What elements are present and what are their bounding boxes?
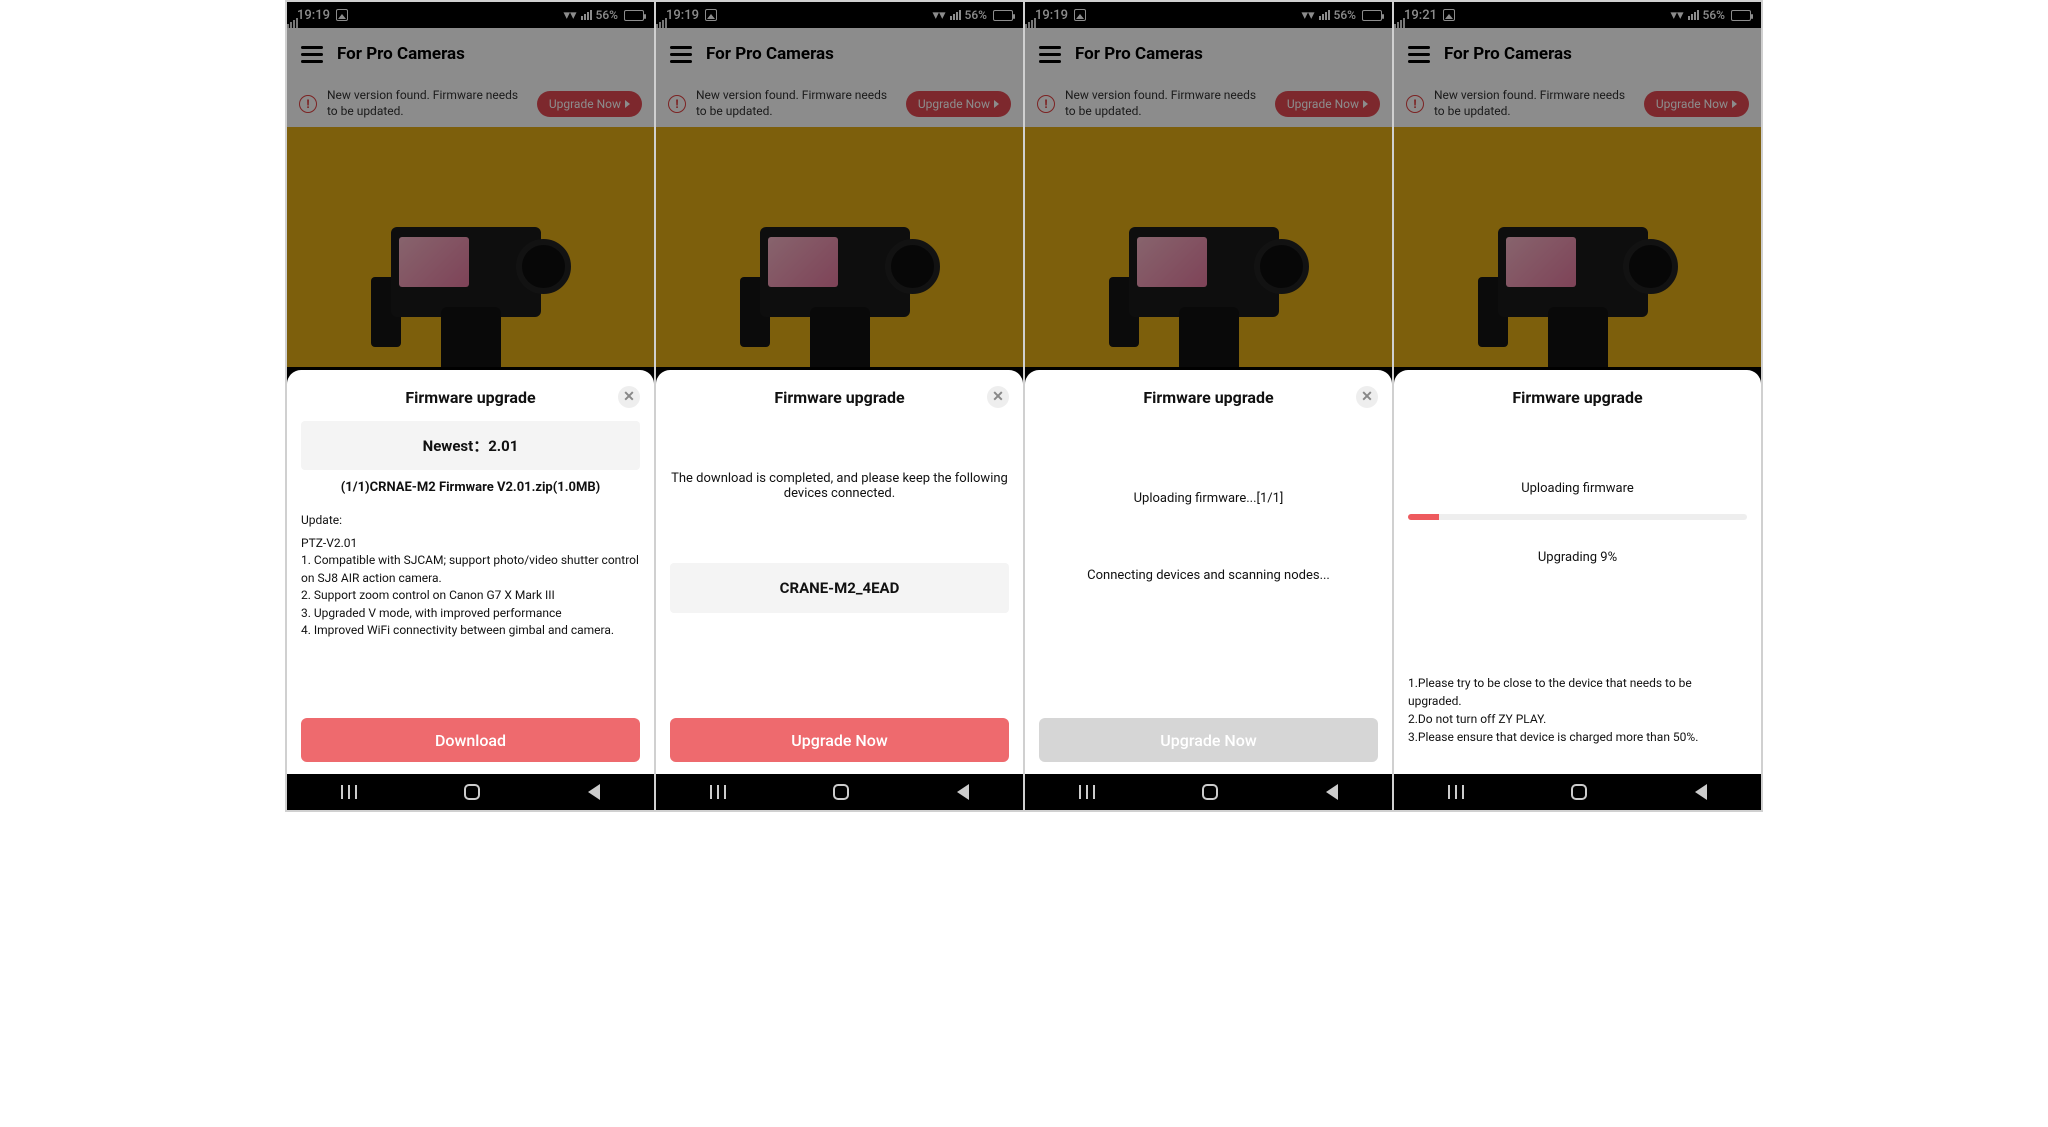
nav-bar — [1394, 774, 1761, 810]
nav-bar — [1025, 774, 1392, 810]
firmware-sheet: Firmware upgrade Uploading firmware Upgr… — [1394, 370, 1761, 774]
firmware-sheet: Firmware upgrade ✕ The download is compl… — [656, 370, 1023, 774]
upgrade-now-label: Upgrade Now — [1160, 731, 1256, 750]
tip-1: 1.Please try to be close to the device t… — [1408, 674, 1747, 710]
progress-label: Upgrading 9% — [1408, 550, 1747, 565]
upgrade-tips: 1.Please try to be close to the device t… — [1408, 674, 1747, 762]
signal-1-icon — [1394, 2, 1761, 28]
progress-fill — [1408, 514, 1439, 520]
sheet-title: Firmware upgrade — [405, 388, 535, 407]
upgrade-now-button-disabled: Upgrade Now — [1039, 718, 1378, 762]
newest-version: Newest：2.01 — [301, 421, 640, 470]
tip-2: 2.Do not turn off ZY PLAY. — [1408, 710, 1747, 728]
connecting-line: Connecting devices and scanning nodes... — [1039, 568, 1378, 583]
screenshot-4: 19:21 ▾▾ 56% For Pro Cameras ! New versi… — [1394, 2, 1761, 810]
back-icon[interactable] — [588, 784, 600, 800]
version-line: PTZ-V2.01 — [301, 535, 640, 552]
home-icon[interactable] — [464, 784, 480, 800]
release-notes: PTZ-V2.01 1. Compatible with SJCAM; supp… — [301, 535, 640, 639]
back-icon[interactable] — [1695, 784, 1707, 800]
sheet-title: Firmware upgrade — [1143, 388, 1273, 407]
screenshot-3: 19:19 ▾▾ 56% For Pro Cameras ! New versi… — [1025, 2, 1392, 810]
firmware-sheet: Firmware upgrade ✕ Uploading firmware...… — [1025, 370, 1392, 774]
download-complete-msg: The download is completed, and please ke… — [670, 471, 1009, 501]
signal-1-icon — [656, 2, 1023, 28]
firmware-file: (1/1)CRNAE-M2 Firmware V2.01.zip(1.0MB) — [301, 480, 640, 495]
device-box: CRANE-M2_4EAD — [670, 563, 1009, 613]
screenshot-1: 19:19 ▾▾ 56% For Pro Cameras ! New versi… — [287, 2, 654, 810]
update-heading: Update: — [301, 513, 640, 527]
back-icon[interactable] — [957, 784, 969, 800]
close-icon[interactable]: ✕ — [618, 386, 640, 408]
back-icon[interactable] — [1326, 784, 1338, 800]
download-button-label: Download — [435, 731, 506, 750]
uploading-status: Uploading firmware — [1408, 481, 1747, 496]
status-bar: 19:19 ▾▾ 56% — [1025, 2, 1392, 28]
sheet-title: Firmware upgrade — [1512, 388, 1642, 407]
recents-icon[interactable] — [710, 785, 726, 799]
home-icon[interactable] — [833, 784, 849, 800]
nav-bar — [656, 774, 1023, 810]
home-icon[interactable] — [1202, 784, 1218, 800]
signal-1-icon — [287, 2, 654, 28]
status-bar: 19:21 ▾▾ 56% — [1394, 2, 1761, 28]
screenshot-2: 19:19 ▾▾ 56% For Pro Cameras ! New versi… — [656, 2, 1023, 810]
nav-bar — [287, 774, 654, 810]
progress-bar — [1408, 514, 1747, 520]
status-bar: 19:19 ▾▾ 56% — [656, 2, 1023, 28]
status-bar: 19:19 ▾▾ 56% — [287, 2, 654, 28]
upgrade-now-button[interactable]: Upgrade Now — [670, 718, 1009, 762]
recents-icon[interactable] — [341, 785, 357, 799]
sheet-title: Firmware upgrade — [774, 388, 904, 407]
upgrade-now-label: Upgrade Now — [791, 731, 887, 750]
download-button[interactable]: Download — [301, 718, 640, 762]
note-3: 3. Upgraded V mode, with improved perfor… — [301, 605, 640, 622]
signal-1-icon — [1025, 2, 1392, 28]
home-icon[interactable] — [1571, 784, 1587, 800]
note-4: 4. Improved WiFi connectivity between gi… — [301, 622, 640, 639]
tip-3: 3.Please ensure that device is charged m… — [1408, 728, 1747, 746]
note-2: 2. Support zoom control on Canon G7 X Ma… — [301, 587, 640, 604]
close-icon[interactable]: ✕ — [1356, 386, 1378, 408]
recents-icon[interactable] — [1448, 785, 1464, 799]
uploading-line: Uploading firmware...[1/1] — [1039, 491, 1378, 506]
note-1: 1. Compatible with SJCAM; support photo/… — [301, 552, 640, 587]
firmware-sheet: Firmware upgrade ✕ Newest：2.01 (1/1)CRNA… — [287, 370, 654, 774]
recents-icon[interactable] — [1079, 785, 1095, 799]
close-icon[interactable]: ✕ — [987, 386, 1009, 408]
